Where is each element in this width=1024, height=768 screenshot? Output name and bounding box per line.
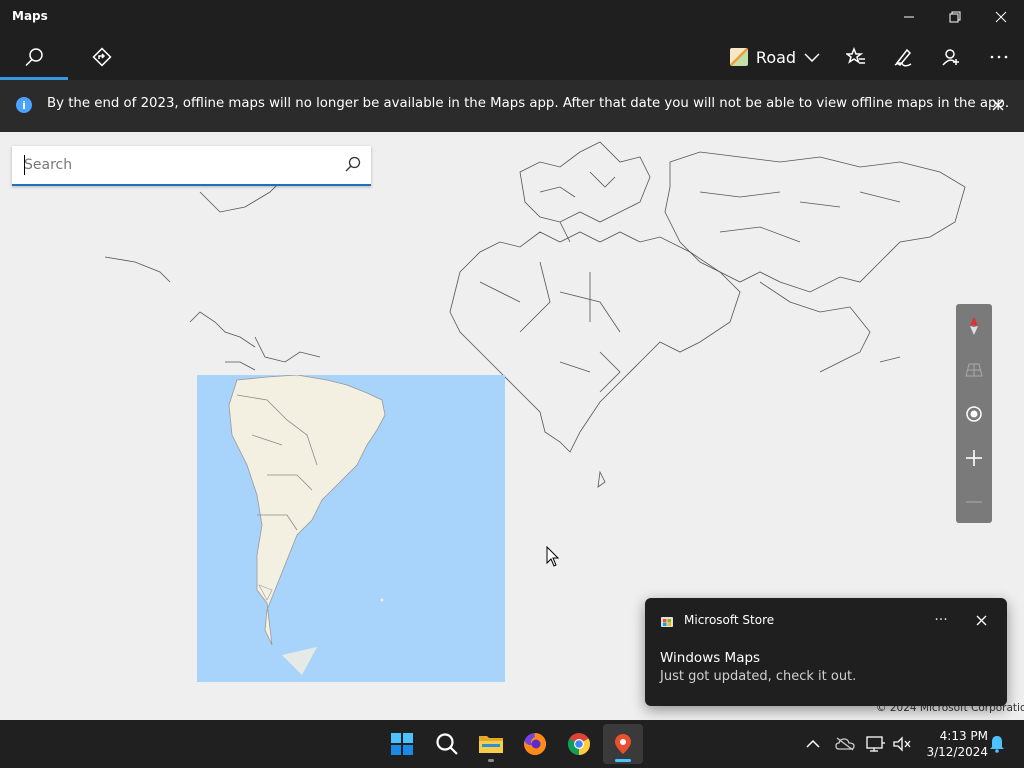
windows-start-icon — [391, 733, 413, 755]
clock-time: 4:13 PM — [939, 729, 988, 743]
window-title: Maps — [12, 9, 48, 23]
start-button[interactable] — [382, 724, 422, 764]
notification-center-button[interactable] — [986, 720, 1008, 768]
microsoft-store-icon — [661, 617, 673, 627]
toast-body: Just got updated, check it out. — [660, 669, 857, 684]
offline-maps-info-banner: i By the end of 2023, offline maps will … — [0, 80, 1024, 132]
chevron-down-icon — [804, 53, 820, 62]
search-icon — [25, 48, 43, 67]
mouse-cursor-icon — [546, 546, 560, 567]
chevron-up-icon — [806, 739, 820, 748]
firefox-icon — [524, 732, 547, 755]
taskbar-chrome[interactable] — [559, 724, 599, 764]
network-tray-button[interactable] — [864, 720, 888, 768]
locate-icon — [966, 406, 982, 422]
ink-button[interactable] — [881, 34, 925, 80]
south-america-landmass — [228, 375, 386, 675]
zoom-out-button[interactable] — [956, 480, 992, 524]
maps-app-window: Maps Road i By the end of 2023, offline … — [0, 0, 1024, 720]
restore-icon — [949, 11, 961, 23]
clock-date: 3/12/2024 — [926, 745, 988, 759]
restore-button[interactable] — [932, 0, 978, 34]
tilt-icon — [965, 363, 983, 377]
search-input[interactable] — [24, 154, 334, 176]
taskbar-firefox[interactable] — [515, 724, 555, 764]
map-controls — [956, 304, 992, 523]
toolbar: Road — [0, 34, 1024, 80]
banner-message: By the end of 2023, offline maps will no… — [47, 96, 1010, 111]
search-box[interactable] — [12, 146, 371, 186]
close-icon — [976, 615, 986, 625]
toast-notification[interactable]: Microsoft Store ··· Windows Maps Just go… — [645, 598, 1007, 706]
toast-title: Windows Maps — [660, 650, 761, 666]
map-style-label: Road — [755, 47, 797, 67]
close-icon — [992, 99, 1004, 111]
volume-tray-button[interactable] — [890, 720, 914, 768]
road-style-icon — [730, 48, 748, 66]
tilt-button[interactable] — [956, 348, 992, 392]
favorites-button[interactable] — [834, 34, 878, 80]
directions-icon — [92, 47, 112, 67]
close-icon — [995, 11, 1007, 23]
favorites-icon — [846, 47, 865, 64]
locate-me-button[interactable] — [956, 392, 992, 436]
zoom-in-icon — [966, 450, 982, 466]
more-options-button[interactable] — [977, 34, 1021, 80]
system-clock[interactable]: 4:13 PM 3/12/2024 — [916, 728, 988, 760]
onedrive-tray-button[interactable] — [832, 720, 858, 768]
taskbar: 4:13 PM 3/12/2024 — [0, 720, 1024, 768]
running-indicator — [488, 759, 494, 762]
cloud-offline-icon — [835, 737, 855, 751]
volume-muted-icon — [893, 736, 911, 752]
search-icon — [436, 733, 458, 755]
active-indicator — [615, 759, 631, 762]
text-caret — [24, 155, 25, 175]
notification-bell-icon — [990, 736, 1004, 753]
title-bar: Maps — [0, 0, 1024, 34]
compass-icon — [970, 317, 978, 335]
info-icon: i — [16, 97, 32, 113]
chrome-icon — [568, 733, 590, 755]
tab-directions[interactable] — [68, 34, 136, 80]
minimize-button[interactable] — [886, 0, 932, 34]
sign-in-icon — [942, 49, 959, 66]
zoom-in-button[interactable] — [956, 436, 992, 480]
ink-pen-icon — [894, 48, 912, 67]
toast-more-button[interactable]: ··· — [929, 608, 953, 632]
search-icon[interactable] — [345, 156, 361, 172]
minimize-icon — [904, 16, 914, 18]
zoom-out-icon — [966, 501, 982, 503]
maps-icon — [615, 734, 631, 754]
tab-search[interactable] — [0, 34, 68, 80]
toast-app-name: Microsoft Store — [684, 613, 775, 627]
more-icon — [990, 55, 1008, 59]
compass-button[interactable] — [956, 304, 992, 348]
file-explorer-icon — [479, 736, 503, 753]
dismiss-banner-button[interactable] — [988, 95, 1008, 115]
south-america-map-tile — [197, 375, 505, 682]
toast-close-button[interactable] — [969, 608, 993, 632]
sign-in-button[interactable] — [929, 34, 973, 80]
taskbar-file-explorer[interactable] — [471, 724, 511, 764]
network-icon — [866, 736, 885, 752]
close-window-button[interactable] — [978, 0, 1024, 34]
show-hidden-icons-button[interactable] — [802, 720, 824, 768]
map-style-dropdown[interactable]: Road — [730, 34, 820, 80]
taskbar-search-button[interactable] — [427, 724, 467, 764]
taskbar-maps[interactable] — [603, 724, 643, 764]
